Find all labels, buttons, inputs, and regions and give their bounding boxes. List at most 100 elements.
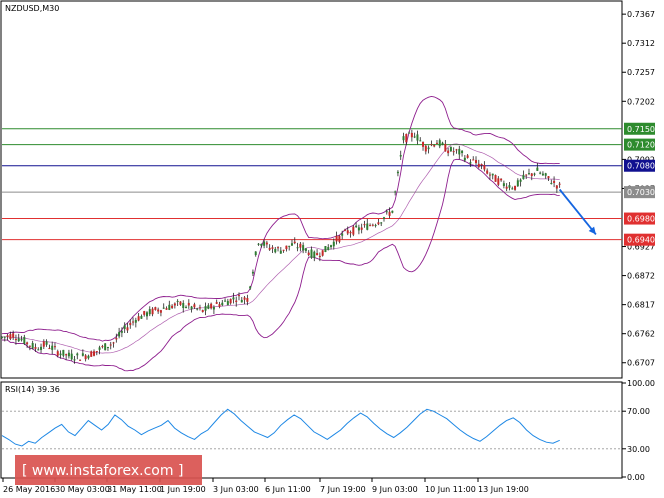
price-tick-label: 0.6817: [627, 301, 655, 310]
candle-body: [59, 353, 62, 356]
candle-body: [182, 303, 185, 308]
rsi-tick-label: 30.00: [627, 445, 650, 454]
candle-body: [1, 336, 3, 338]
candle-body: [310, 249, 313, 258]
candle-body: [268, 247, 271, 250]
candle-body: [76, 353, 79, 356]
candle-body: [318, 255, 321, 257]
candle-body: [533, 173, 536, 175]
candle-body: [290, 243, 293, 246]
candle-body: [9, 334, 12, 339]
candle-body: [527, 173, 530, 175]
candle-body: [81, 353, 84, 356]
candle-body: [3, 336, 6, 338]
candle-body: [500, 178, 503, 181]
candle-body: [374, 225, 377, 227]
candle-body: [422, 141, 425, 147]
candle-body: [240, 299, 243, 303]
candle-body: [282, 249, 285, 251]
time-tick-label: 30 May 03:00: [55, 485, 110, 494]
candle-body: [176, 300, 179, 302]
candle-body: [547, 176, 550, 179]
candle-body: [380, 222, 383, 224]
level-label: 0.7120: [627, 141, 655, 150]
candle-body: [51, 345, 54, 350]
candle-body: [293, 241, 296, 244]
candle-body: [382, 217, 385, 219]
candle-body: [45, 341, 48, 345]
level-label: 0.7150: [627, 125, 655, 134]
time-tick-label: 1 Jun 19:00: [160, 485, 206, 494]
candle-body: [179, 301, 182, 305]
candle-body: [101, 346, 104, 348]
candle-body: [338, 235, 341, 242]
candle-body: [330, 245, 333, 248]
candle-body: [62, 349, 65, 356]
candle-body: [349, 232, 352, 234]
candle-body: [37, 349, 40, 351]
candle-body: [93, 351, 96, 356]
candle-body: [67, 352, 70, 357]
candle-body: [162, 307, 165, 309]
candle-body: [28, 345, 31, 347]
candle-body: [461, 150, 464, 154]
candle-body: [516, 180, 519, 187]
candle-body: [472, 159, 475, 161]
candle-body: [159, 310, 162, 313]
candle-body: [235, 300, 238, 302]
candle-body: [304, 248, 307, 251]
candle-body: [48, 348, 51, 350]
time-tick-label: 7 Jun 19:00: [320, 485, 366, 494]
candle-body: [12, 333, 15, 338]
candle-body: [274, 248, 277, 253]
candle-body: [243, 297, 246, 300]
candle-body: [486, 170, 489, 174]
candle-body: [324, 246, 327, 252]
candle-body: [321, 250, 324, 256]
candle-body: [84, 355, 87, 360]
candle-body: [444, 143, 447, 152]
candle-body: [31, 342, 34, 349]
candle-body: [260, 243, 263, 246]
candle-body: [215, 302, 218, 304]
candle-body: [441, 142, 444, 145]
candle-body: [90, 351, 93, 357]
candle-body: [265, 242, 268, 245]
candle-body: [430, 144, 433, 146]
candle-body: [229, 298, 232, 304]
candle-body: [424, 145, 427, 152]
candle-body: [341, 233, 344, 236]
candle-body: [232, 297, 235, 300]
candle-body: [435, 142, 438, 144]
candle-body: [106, 346, 109, 348]
candle-body: [299, 243, 302, 248]
candle-body: [302, 245, 305, 251]
candle-body: [433, 145, 436, 147]
candle-body: [553, 180, 556, 183]
candle-body: [536, 167, 539, 171]
candle-body: [187, 302, 190, 306]
candle-body: [151, 308, 154, 315]
candle-body: [522, 174, 525, 180]
candle-body: [277, 247, 280, 249]
price-tick-label: 0.6872: [627, 272, 655, 281]
price-panel-frame: [0, 0, 623, 379]
candle-body: [449, 146, 452, 152]
candle-body: [285, 245, 288, 250]
level-label: 0.7080: [627, 162, 655, 171]
candle-body: [23, 336, 26, 344]
candle-body: [134, 320, 137, 323]
candle-body: [226, 301, 229, 306]
candle-body: [238, 295, 241, 297]
candle-body: [494, 175, 497, 182]
candle-body: [541, 173, 544, 176]
candle-body: [40, 346, 43, 350]
candle-body: [544, 173, 547, 176]
candle-body: [224, 300, 227, 302]
time-tick-label: 10 Jun 11:00: [425, 485, 476, 494]
candle-body: [246, 298, 249, 302]
candle-body: [475, 160, 478, 164]
candle-body: [98, 347, 101, 350]
rsi-tick-label: 70.00: [627, 407, 650, 416]
candle-body: [204, 306, 207, 311]
